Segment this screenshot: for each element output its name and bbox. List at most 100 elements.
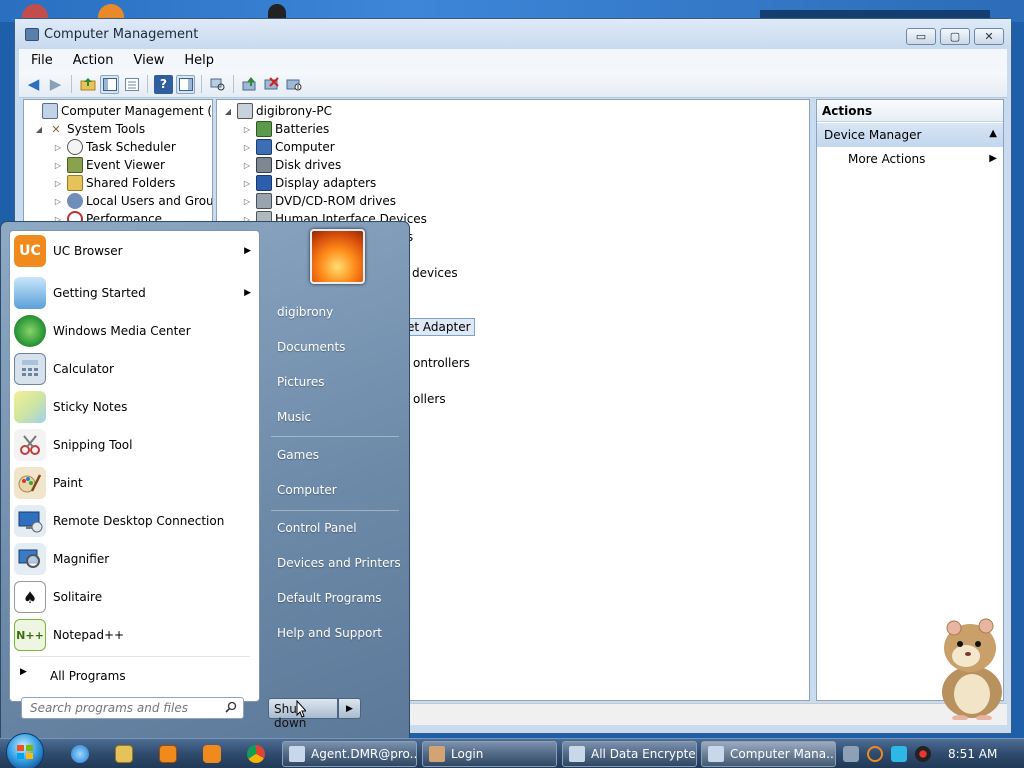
all-programs-label: All Programs [50, 669, 126, 683]
search-input[interactable] [22, 698, 222, 718]
program-notepad-plus-plus[interactable]: N++ Notepad++ [10, 617, 261, 653]
tray-network-icon[interactable] [843, 746, 859, 762]
menu-view[interactable]: View [121, 53, 172, 68]
program-paint[interactable]: Paint [10, 465, 261, 501]
submenu-arrow-icon[interactable]: ▶ [244, 246, 251, 256]
agent-icon [289, 746, 305, 762]
more-actions-item[interactable]: More Actions ▶ [817, 150, 1003, 170]
update-driver-icon[interactable] [240, 75, 259, 94]
tray-volume-icon[interactable] [915, 746, 931, 762]
search-icon[interactable] [225, 701, 237, 713]
help-icon[interactable]: ? [154, 74, 173, 94]
uninstall-device-icon[interactable] [262, 75, 281, 94]
folder-icon [115, 745, 133, 763]
tree-item-disk-drives[interactable]: ▷ Disk drives [242, 156, 341, 174]
divider [271, 510, 399, 511]
tray-display-icon[interactable] [891, 746, 907, 762]
uc-browser-icon: UC [14, 235, 46, 267]
tree-item-dvd-drives[interactable]: ▷ DVD/CD-ROM drives [242, 192, 396, 210]
task-all-data-encrypted[interactable]: All Data Encrypted [562, 741, 697, 767]
tree-item-event-viewer[interactable]: ▷ Event Viewer [53, 156, 165, 174]
pinned-file-explorer[interactable] [106, 742, 142, 766]
close-icon: ✕ [984, 30, 994, 43]
tray-search-icon[interactable] [867, 746, 883, 762]
menu-action[interactable]: Action [61, 53, 122, 68]
user-avatar[interactable] [310, 229, 365, 284]
tree-item-label: DVD/CD-ROM drives [275, 194, 397, 208]
maximize-button[interactable]: ▢ [940, 28, 970, 45]
program-magnifier[interactable]: Magnifier [10, 541, 261, 577]
tree-item-system-tools[interactable]: ◢ ✕ System Tools [34, 120, 145, 138]
program-uc-browser[interactable]: UC UC Browser ▶ [10, 233, 261, 269]
action-pane-icon[interactable] [176, 74, 195, 94]
clock[interactable]: 8:51 AM [948, 747, 997, 761]
close-button[interactable]: ✕ [974, 28, 1004, 45]
tree-item-partial[interactable]: devices [412, 264, 458, 282]
pinned-media-player[interactable] [150, 742, 186, 766]
forward-arrow-icon[interactable]: ▶ [46, 75, 65, 94]
show-hide-tree-icon[interactable] [100, 74, 119, 94]
back-arrow-icon[interactable]: ◀ [24, 75, 43, 94]
menu-file[interactable]: File [19, 53, 61, 68]
start-item-documents[interactable]: Documents [267, 333, 403, 361]
program-remote-desktop[interactable]: Remote Desktop Connection [10, 503, 261, 539]
tree-item-computer[interactable]: ▷ Computer [242, 138, 335, 156]
start-item-music[interactable]: Music [267, 403, 403, 431]
tree-item-partial[interactable]: ontrollers [413, 354, 470, 372]
start-item-default-programs[interactable]: Default Programs [267, 584, 403, 612]
getting-started-icon [14, 277, 46, 309]
tree-item-batteries[interactable]: ▷ Batteries [242, 120, 329, 138]
tree-item-shared-folders[interactable]: ▷ Shared Folders [53, 174, 175, 192]
submenu-arrow-icon[interactable]: ▶ [244, 288, 251, 298]
computer-icon [256, 139, 272, 155]
tree-item-local-users-and-groups[interactable]: ▷ Local Users and Groups [53, 192, 212, 210]
program-snipping-tool[interactable]: Snipping Tool [10, 427, 261, 463]
task-login[interactable]: Login [422, 741, 557, 767]
program-sticky-notes[interactable]: Sticky Notes [10, 389, 261, 425]
start-item-computer[interactable]: Computer [267, 476, 403, 504]
scissors-icon [14, 429, 46, 461]
start-item-user-folder[interactable]: digibrony [267, 298, 403, 326]
scan-hardware-icon[interactable] [208, 75, 227, 94]
tree-item-display-adapters[interactable]: ▷ Display adapters [242, 174, 376, 192]
up-folder-icon[interactable] [78, 75, 97, 94]
start-item-games[interactable]: Games [267, 441, 403, 469]
login-icon [429, 746, 445, 762]
shutdown-options-button[interactable]: ▶ [338, 698, 361, 719]
pinned-internet-explorer[interactable] [62, 742, 98, 766]
program-label: UC Browser [53, 244, 123, 258]
minimize-button[interactable]: ▭ [906, 28, 936, 45]
all-programs-button[interactable]: ▶ All Programs [10, 661, 261, 689]
start-button[interactable] [6, 733, 44, 768]
tree-item-network-adapter-selected[interactable]: et Adapter [403, 318, 475, 336]
program-calculator[interactable]: Calculator [10, 351, 261, 387]
program-solitaire[interactable]: ♠ Solitaire [10, 579, 261, 615]
program-getting-started[interactable]: Getting Started ▶ [10, 275, 261, 311]
tree-item-label: Batteries [275, 122, 330, 136]
menu-help[interactable]: Help [172, 53, 222, 68]
tree-item-computer-root[interactable]: ◢ digibrony-PC [223, 102, 332, 120]
magnifier-icon [14, 543, 46, 575]
pinned-uc-browser[interactable] [194, 742, 230, 766]
start-item-devices-and-printers[interactable]: Devices and Printers [267, 549, 403, 577]
tools-icon: ✕ [51, 122, 61, 136]
title-bar[interactable]: Computer Management ▭ ▢ ✕ [15, 19, 1011, 51]
list-view-icon[interactable] [122, 75, 141, 94]
tree-item-computer-management[interactable]: Computer Management (Local [28, 102, 212, 120]
pinned-chrome[interactable] [238, 742, 274, 766]
tree-item-label: Task Scheduler [86, 140, 176, 154]
start-item-pictures[interactable]: Pictures [267, 368, 403, 396]
actions-section-device-manager[interactable]: Device Manager ▲ [817, 123, 1003, 147]
task-agent[interactable]: Agent.DMR@pro... [282, 741, 417, 767]
expander-icon: ▷ [54, 160, 62, 170]
collapse-icon[interactable]: ▲ [989, 128, 997, 139]
tree-item-partial[interactable]: ollers [413, 390, 446, 408]
tree-item-task-scheduler[interactable]: ▷ Task Scheduler [53, 138, 176, 156]
task-computer-management[interactable]: Computer Mana... [701, 741, 836, 767]
start-item-help-and-support[interactable]: Help and Support [267, 619, 403, 647]
program-windows-media-center[interactable]: Windows Media Center [10, 313, 261, 349]
start-search-box[interactable] [21, 697, 244, 719]
start-item-control-panel[interactable]: Control Panel [267, 514, 403, 542]
display-icon [256, 175, 272, 191]
disable-device-icon[interactable] [284, 75, 303, 94]
